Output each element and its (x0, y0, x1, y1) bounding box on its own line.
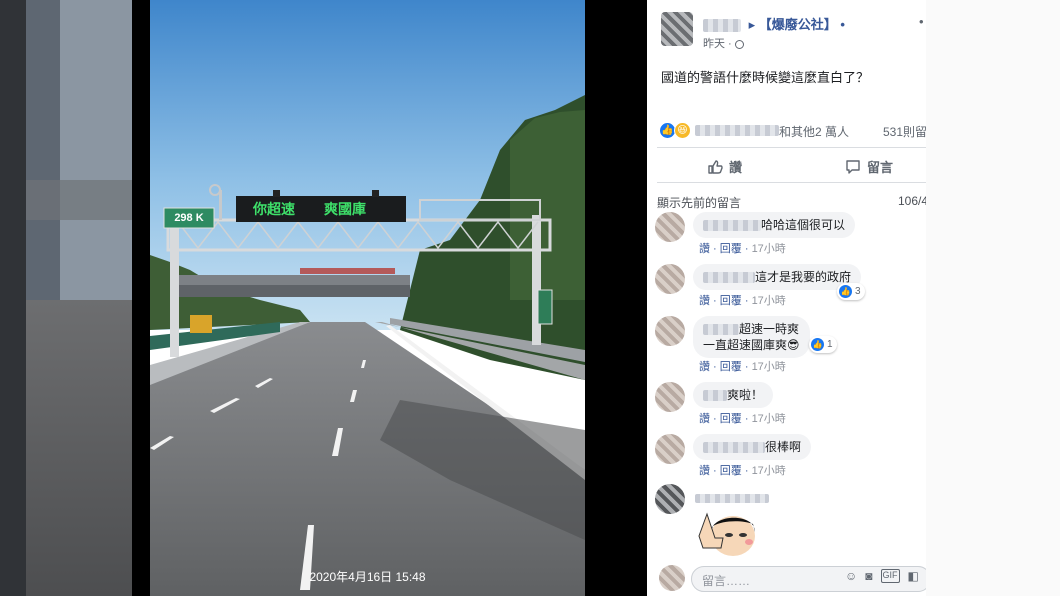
post-options-icon[interactable]: • (919, 14, 924, 29)
comment-reaction-count[interactable]: 👍 1 (809, 336, 837, 353)
sign-message-left: 你超速 (253, 201, 295, 217)
comment-time[interactable]: 17小時 (752, 295, 786, 307)
comment-like-link[interactable]: 讚 (699, 465, 710, 477)
photo-timestamp: 2020年4月16日 15:48 (309, 570, 426, 584)
comment-bubble: 爽啦！ (693, 382, 774, 408)
comment-like-link[interactable]: 讚 (699, 295, 710, 307)
comment-actions: 讚 · 回覆 · 17小時 (699, 465, 786, 477)
comment-button-label: 留言 (867, 160, 894, 175)
comment-bubble: 哈哈這個很可以 (693, 212, 856, 238)
blurred-background-right (926, 0, 1060, 596)
comment-bubble: 這才是我要的政府 (693, 264, 862, 290)
like-button[interactable]: 讚 (707, 157, 742, 176)
gif-icon[interactable]: GIF (880, 569, 900, 583)
comment-button[interactable]: 留言 (845, 157, 893, 176)
screenshot: 你超速 爽國庫 298 K 2020年4月16日 15:48 ▸ 【爆廢公社】 … (0, 0, 1060, 596)
like-button-label: 讚 (729, 160, 743, 175)
previous-comments-row: 顯示先前的留言 106/4 (657, 194, 926, 211)
comment-reply-link[interactable]: 回覆 (720, 413, 742, 425)
commenter-avatar[interactable] (655, 264, 685, 294)
km-marker-label: 298 K (174, 212, 204, 224)
reaction-count-value: 1 (827, 339, 833, 350)
commenter-avatar[interactable] (655, 434, 685, 464)
comment-reaction-count[interactable]: 👍 3 (837, 283, 865, 300)
poster-avatar[interactable] (661, 12, 693, 46)
commenter-name-blurred[interactable] (703, 324, 739, 336)
show-previous-comments-link[interactable]: 顯示先前的留言 (657, 196, 741, 210)
like-reaction-icon: 👍 (811, 338, 824, 351)
camera-icon[interactable]: ◙ (865, 569, 872, 583)
highway-photo[interactable]: 你超速 爽國庫 298 K 2020年4月16日 15:48 (150, 0, 585, 596)
blurred-background-left (0, 0, 132, 596)
comment-actions: 讚 · 回覆 · 17小時 (699, 295, 786, 307)
reactions-summary[interactable]: 👍 😆 和其他2 萬人 531則留 (659, 121, 926, 141)
comment-text-line-2: 一直超速國庫爽😎 (703, 338, 800, 352)
commenter-name-blurred[interactable] (703, 220, 761, 232)
emoji-icon[interactable]: ☺ (845, 569, 857, 583)
commenter-avatar[interactable] (655, 382, 685, 412)
commenter-name-blurred[interactable] (695, 494, 769, 503)
commenter-name-blurred[interactable] (703, 272, 755, 284)
comment-text: 超速一時爽 (739, 322, 800, 336)
comment-reply-link[interactable]: 回覆 (720, 243, 742, 255)
comment-text: 這才是我要的政府 (755, 270, 852, 284)
commenter-name-blurred[interactable] (703, 390, 727, 402)
comment-item: 很棒啊 讚 · 回覆 · 17小時 (655, 434, 926, 482)
comment-text: 很棒啊 (765, 440, 802, 454)
comment-bubble: 很棒啊 (693, 434, 812, 460)
comment-composer: 留言…… ☺ ◙ GIF ◧ (655, 562, 926, 596)
reaction-count-value: 3 (855, 286, 861, 297)
sticker-image[interactable] (693, 508, 763, 556)
comment-item: 這才是我要的政府 👍 3 讚 · 回覆 · 17小時 (655, 264, 926, 312)
comments-shown-count: 106/4 (898, 194, 926, 208)
reactions-suffix: 和其他2 萬人 (779, 125, 850, 139)
facebook-post-panel: ▸ 【爆廢公社】 • 昨天 · • 國道的警語什麼時候變這麼直白了？ 👍 😆 和… (647, 0, 926, 596)
current-user-avatar (659, 565, 685, 591)
comment-item: 超速一時爽 一直超速國庫爽😎 👍 1 讚 · 回覆 · 17小時 (655, 316, 926, 376)
comment-time[interactable]: 17小時 (752, 413, 786, 425)
comment-like-link[interactable]: 讚 (699, 361, 710, 373)
comment-icon (846, 159, 860, 174)
globe-icon (734, 39, 744, 49)
comment-bubble: 超速一時爽 一直超速國庫爽😎 (693, 316, 810, 358)
comment-item: 哈哈這個很可以 讚 · 回覆 · 17小時 (655, 212, 926, 260)
comment-time[interactable]: 17小時 (752, 465, 786, 477)
comment-text: 爽啦！ (727, 388, 764, 402)
commenter-avatar[interactable] (655, 484, 685, 514)
commenter-name-blurred[interactable] (703, 442, 765, 454)
comment-like-link[interactable]: 讚 (699, 243, 710, 255)
commenter-avatar[interactable] (655, 316, 685, 346)
post-text: 國道的警語什麼時候變這麼直白了？ (661, 70, 870, 85)
sticker-icon[interactable]: ◧ (908, 569, 919, 583)
haha-reaction-icon: 😆 (674, 122, 691, 139)
comment-actions: 讚 · 回覆 · 17小時 (699, 361, 786, 373)
comment-actions: 讚 · 回覆 · 17小時 (699, 413, 786, 425)
post-meta: 昨天 · (703, 35, 744, 51)
comment-count[interactable]: 531則留 (883, 123, 926, 140)
comment-time[interactable]: 17小時 (752, 243, 786, 255)
comment-reply-link[interactable]: 回覆 (720, 295, 742, 307)
group-name-link[interactable]: ▸ 【爆廢公社】 • (749, 17, 845, 32)
comment-like-link[interactable]: 讚 (699, 413, 710, 425)
photo-frame-left (132, 0, 150, 596)
like-reaction-icon: 👍 (839, 285, 852, 298)
comment-reply-link[interactable]: 回覆 (720, 465, 742, 477)
composer-icons: ☺ ◙ GIF ◧ (845, 569, 919, 583)
post-action-bar: 讚 留言 (657, 147, 926, 183)
comment-reply-link[interactable]: 回覆 (720, 361, 742, 373)
comment-actions: 讚 · 回覆 · 17小時 (699, 243, 786, 255)
comment-time[interactable]: 17小時 (752, 361, 786, 373)
thumbs-up-icon (708, 159, 723, 174)
poster-name-row: ▸ 【爆廢公社】 • (703, 14, 845, 33)
photo-frame-right (585, 0, 647, 596)
sign-message-right: 爽國庫 (324, 201, 366, 217)
commenter-avatar[interactable] (655, 212, 685, 242)
poster-name-blurred[interactable] (703, 19, 741, 33)
comment-text: 哈哈這個很可以 (761, 218, 846, 232)
post-time[interactable]: 昨天 · (703, 38, 735, 50)
comment-item: 爽啦！ 讚 · 回覆 · 17小時 (655, 382, 926, 430)
reactor-names-blurred (695, 125, 779, 136)
comment-item (655, 484, 926, 558)
